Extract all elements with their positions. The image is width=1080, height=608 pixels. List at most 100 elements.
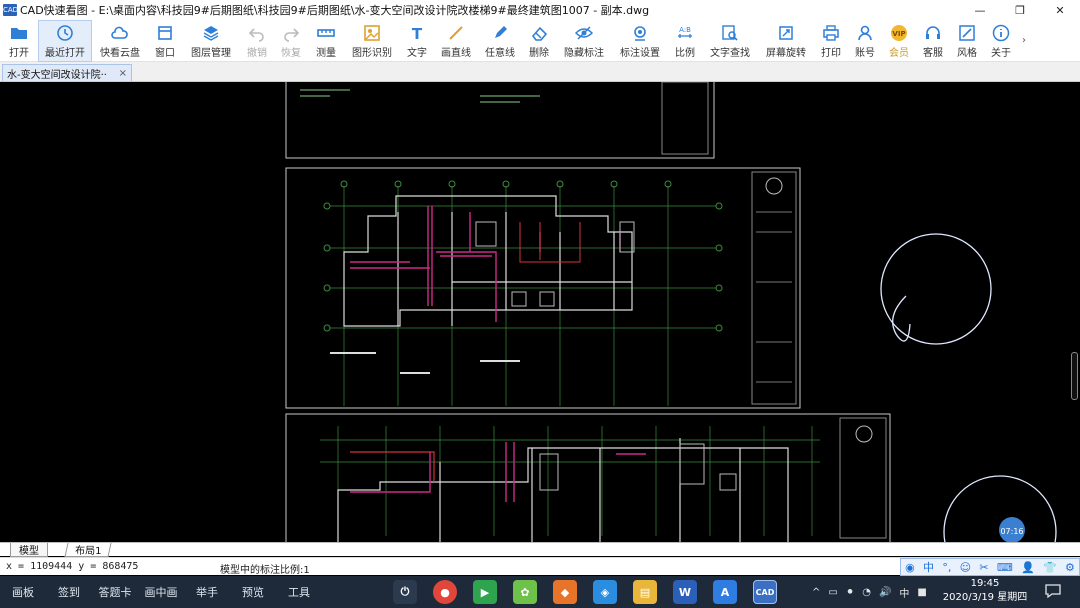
toolbar-more-icon[interactable]: ›	[1018, 20, 1030, 61]
rotate-screen-icon	[779, 25, 793, 40]
clock-time: 19:45	[970, 578, 1000, 589]
cad-taskbar-icon[interactable]: CAD	[753, 580, 777, 604]
tray-volume-icon[interactable]: 🔊	[879, 587, 891, 598]
cloud-icon	[111, 26, 128, 39]
canvas-scroll-handle[interactable]	[1071, 352, 1078, 400]
orange-app-icon[interactable]: ◆	[553, 580, 577, 604]
layer-manager-label: 图层管理	[191, 47, 231, 59]
document-tab-label: 水-变大空间改设计院··	[7, 69, 107, 81]
tray-display-icon[interactable]: ▭	[828, 587, 837, 598]
word-icon[interactable]: W	[673, 580, 697, 604]
timer-badge-text: 07:16	[1000, 527, 1023, 536]
document-tab[interactable]: 水-变大空间改设计院·· ×	[2, 64, 132, 81]
window-controls: — ❐ ✕	[960, 0, 1080, 20]
annotation-settings-button[interactable]: 标注设置	[612, 20, 668, 62]
tray-ime-icon[interactable]: ■	[917, 587, 926, 598]
ime-shirt-icon[interactable]: 👕	[1043, 561, 1057, 574]
text-search-button[interactable]: 文字查找	[702, 20, 758, 62]
eraser-icon	[531, 26, 548, 41]
text-button[interactable]: T 文字	[400, 20, 434, 62]
close-button[interactable]: ✕	[1040, 0, 1080, 20]
undo-button[interactable]: 撤销	[240, 20, 274, 62]
redo-button[interactable]: 恢复	[274, 20, 308, 62]
style-label: 风格	[957, 47, 977, 59]
document-tab-bar: 水-变大空间改设计院·· ×	[0, 62, 1080, 82]
ime-punct[interactable]: °,	[942, 561, 951, 574]
tab-layout1[interactable]: 布局1	[64, 543, 112, 557]
tab-model[interactable]: 模型	[10, 543, 48, 557]
notification-icon[interactable]	[1044, 582, 1062, 600]
layout-tab-bar: 模型 布局1	[0, 542, 1080, 557]
media-player-icon[interactable]: ▶	[473, 580, 497, 604]
tray-app-icon[interactable]: ⚫	[846, 587, 854, 598]
ime-emoji-icon[interactable]: ☺	[960, 561, 971, 574]
tray-ime-lang[interactable]: 中	[899, 585, 909, 600]
about-button[interactable]: 关于	[984, 20, 1018, 62]
minimize-button[interactable]: —	[960, 0, 1000, 20]
restore-button[interactable]: ❐	[1000, 0, 1040, 20]
layer-manager-button[interactable]: 图层管理	[182, 20, 240, 62]
taskbar-item-raise-hand[interactable]: 举手	[184, 584, 230, 600]
measure-label: 测量	[316, 47, 336, 59]
window-button[interactable]: 窗口	[148, 20, 182, 62]
taskbar-item-preview[interactable]: 预览	[230, 584, 276, 600]
annotation-scale-text: 模型中的标注比例:1	[220, 565, 310, 576]
blue-app-icon[interactable]: ◈	[593, 580, 617, 604]
status-bar: x = 1109444 y = 868475 模型中的标注比例:1 ◉ 中 °,…	[0, 557, 1080, 576]
shape-recognize-label: 图形识别	[352, 47, 392, 59]
delete-button[interactable]: 删除	[522, 20, 556, 62]
tray-network-icon[interactable]: ◔	[862, 587, 871, 598]
recent-open-button[interactable]: 最近打开	[38, 20, 92, 62]
a-app-icon[interactable]: A	[713, 580, 737, 604]
draw-line-button[interactable]: 画直线	[434, 20, 478, 62]
chrome-icon[interactable]: ●	[433, 580, 457, 604]
window-icon	[158, 25, 172, 40]
measure-button[interactable]: 测量	[308, 20, 344, 62]
cad-app-icon: CAD	[3, 4, 19, 16]
vip-label: 会员	[889, 47, 909, 59]
shape-recognize-button[interactable]: 图形识别	[344, 20, 400, 62]
freehand-line-button[interactable]: 任意线	[478, 20, 522, 62]
scale-icon: A:B	[678, 26, 692, 38]
tray-expand-icon[interactable]: ^	[812, 587, 820, 598]
freehand-line-label: 任意线	[485, 47, 515, 59]
taskbar-item-tools[interactable]: 工具	[276, 584, 322, 600]
hide-annotation-button[interactable]: 隐藏标注	[556, 20, 612, 62]
vip-button[interactable]: VIP 会员	[882, 20, 916, 62]
text-icon: T	[412, 25, 423, 42]
print-button[interactable]: 打印	[814, 20, 848, 62]
ime-scissors-icon[interactable]: ✂	[979, 561, 988, 574]
account-button[interactable]: 账号	[848, 20, 882, 62]
customer-service-label: 客服	[923, 47, 943, 59]
cloud-drive-button[interactable]: 快看云盘	[92, 20, 148, 62]
ime-logo-icon[interactable]: ◉	[905, 561, 915, 574]
ime-gear-icon[interactable]: ⚙	[1065, 561, 1075, 574]
svg-text:T: T	[412, 25, 423, 42]
tab-layout1-label: 布局1	[75, 546, 102, 557]
rotate-screen-button[interactable]: 屏幕旋转	[758, 20, 814, 62]
text-search-icon	[722, 24, 738, 41]
file-explorer-icon[interactable]: ▤	[633, 580, 657, 604]
ime-lang[interactable]: 中	[923, 559, 934, 575]
taskbar-item-canvas[interactable]: 画板	[0, 584, 46, 600]
open-button[interactable]: 打开	[0, 20, 38, 62]
taskbar-item-pip[interactable]: 画中画	[138, 584, 184, 600]
ime-toolbar[interactable]: ◉ 中 °, ☺ ✂ ⌨ 👤 👕 ⚙	[900, 558, 1080, 576]
title-bar: CAD CAD快速看图 - E:\桌面内容\科技园9#后期图纸\科技园9#后期图…	[0, 0, 1080, 20]
text-label: 文字	[407, 47, 427, 59]
power-icon[interactable]: ⏻	[393, 580, 417, 604]
taskbar-item-signin[interactable]: 签到	[46, 584, 92, 600]
svg-text:VIP: VIP	[892, 30, 905, 38]
customer-service-button[interactable]: 客服	[916, 20, 950, 62]
document-tab-close-icon[interactable]: ×	[119, 68, 127, 79]
flower-app-icon[interactable]: ✿	[513, 580, 537, 604]
style-button[interactable]: 风格	[950, 20, 984, 62]
taskbar-item-answer-card[interactable]: 答题卡	[92, 584, 138, 600]
coordinates-readout: x = 1109444 y = 868475	[6, 561, 139, 572]
ime-keyboard-icon[interactable]: ⌨	[997, 561, 1013, 574]
hide-annotation-label: 隐藏标注	[564, 47, 604, 59]
drawing-canvas[interactable]: 07:16	[0, 82, 1080, 542]
ime-user-icon[interactable]: 👤	[1021, 561, 1035, 574]
scale-button[interactable]: A:B 比例	[668, 20, 702, 62]
taskbar-clock[interactable]: 19:45 2020/3/19 星期四	[940, 577, 1030, 605]
